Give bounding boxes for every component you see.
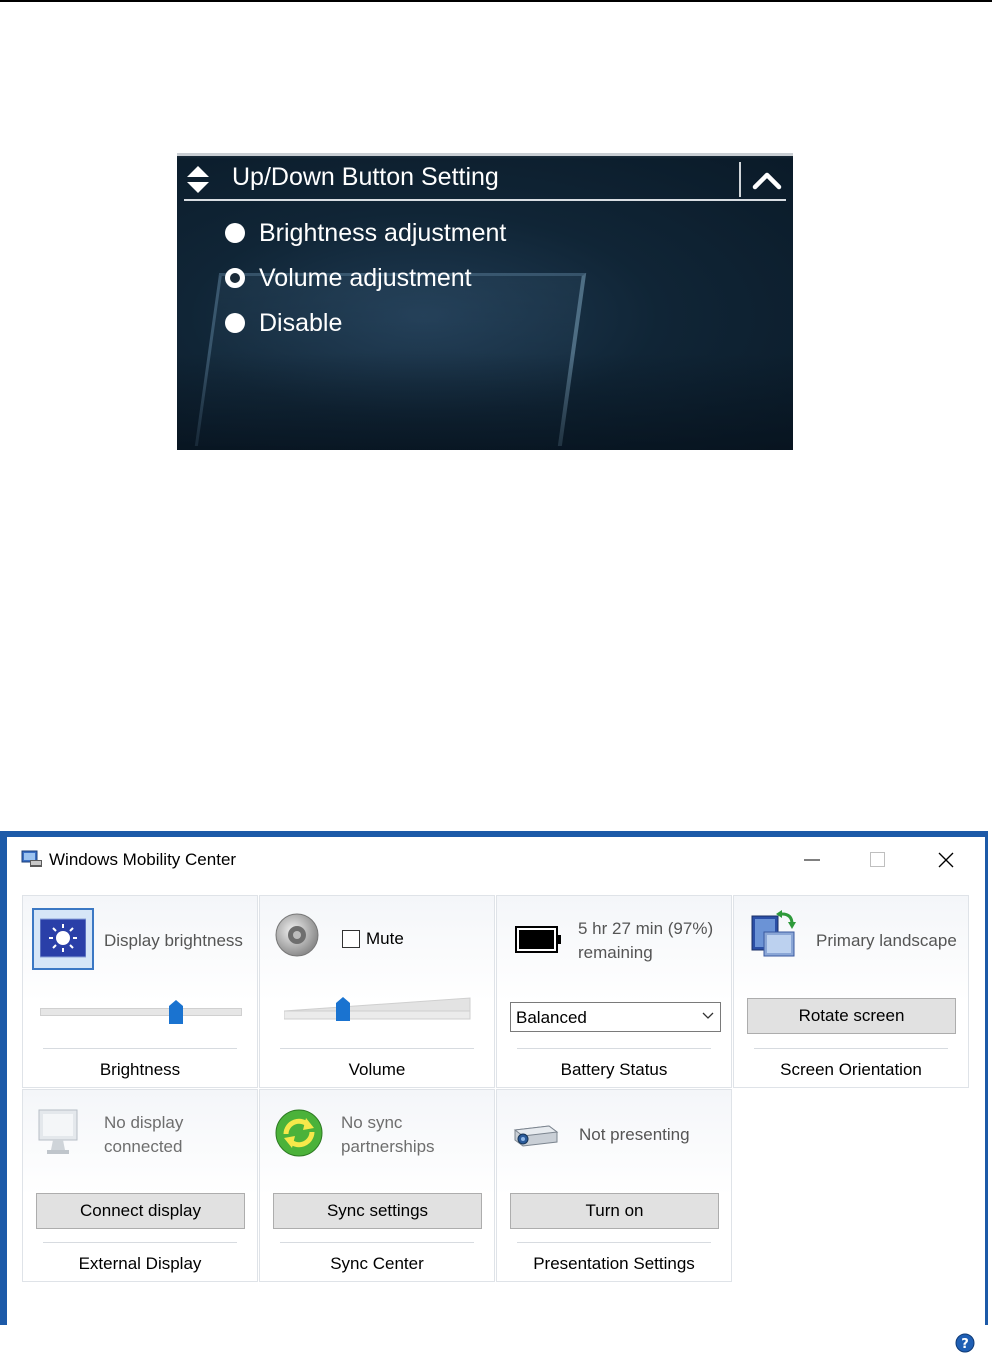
chevron-down-icon (702, 1012, 714, 1019)
radio-volume-adjustment[interactable]: Volume adjustment (225, 262, 472, 294)
power-plan-dropdown[interactable]: Balanced (510, 1002, 721, 1032)
radio-brightness-adjustment[interactable]: Brightness adjustment (225, 217, 506, 249)
turn-on-presentation-button[interactable]: Turn on (510, 1193, 719, 1229)
window-title: Windows Mobility Center (49, 850, 237, 869)
volume-slider-thumb[interactable] (336, 997, 350, 1021)
mute-checkbox[interactable] (342, 930, 360, 948)
battery-tile: 5 hr 27 min (97%) remaining Balanced Bat… (496, 895, 732, 1088)
mute-label: Mute (366, 929, 404, 948)
presentation-settings-tile: Not presenting Turn on Presentation Sett… (496, 1089, 732, 1282)
header-divider (739, 162, 741, 197)
updown-setting-panel: Up/Down Button Setting Brightness adjust… (177, 153, 793, 450)
rotate-screen-button[interactable]: Rotate screen (747, 998, 956, 1034)
mobility-center-app-icon (21, 850, 42, 867)
presentation-settings-label: Presentation Settings (533, 1254, 695, 1273)
battery-label: Battery Status (560, 1060, 668, 1079)
minimize-button[interactable] (789, 845, 835, 875)
radio-button-selected[interactable] (225, 268, 245, 288)
presentation-status: Not presenting (579, 1125, 690, 1144)
updown-panel-header: Up/Down Button Setting (184, 159, 786, 201)
brightness-sun-icon (40, 918, 86, 958)
close-button[interactable] (923, 845, 969, 875)
power-plan-value: Balanced (516, 1008, 587, 1027)
maximize-button[interactable] (855, 845, 901, 875)
brightness-status: Display brightness (104, 931, 243, 950)
rotate-screen-icon (751, 910, 796, 957)
brightness-slider-thumb[interactable] (168, 999, 184, 1025)
projector-icon (513, 1125, 559, 1147)
volume-slider[interactable] (284, 996, 472, 1022)
help-icon[interactable]: ? (955, 1333, 975, 1353)
monitor-icon (38, 1109, 78, 1154)
screen-orientation-tile: Primary landscape Rotate screen Screen O… (733, 895, 969, 1088)
updown-panel-title: Up/Down Button Setting (232, 163, 499, 191)
top-rule (0, 0, 992, 2)
radio-label: Volume adjustment (259, 263, 472, 292)
battery-icon (515, 926, 561, 953)
radio-label: Brightness adjustment (259, 218, 507, 247)
sync-arrows-icon (275, 1109, 323, 1157)
sync-center-tile: No sync partnerships Sync settings Sync … (259, 1089, 495, 1282)
maximize-icon (870, 852, 885, 867)
external-display-status: No display connected (104, 1113, 184, 1156)
sync-center-label: Sync Center (330, 1254, 424, 1273)
external-display-label: External Display (78, 1254, 202, 1273)
brightness-label: Brightness (99, 1060, 181, 1079)
radio-label: Disable (259, 308, 343, 337)
volume-label: Volume (348, 1060, 406, 1079)
radio-disable[interactable]: Disable (225, 307, 342, 339)
mobility-center-window: Windows Mobility Center Display brightne… (0, 831, 988, 1353)
close-icon (938, 852, 954, 868)
brightness-icon-frame[interactable] (32, 908, 94, 970)
minimize-icon (804, 859, 820, 861)
brightness-slider[interactable] (40, 1000, 242, 1024)
chevron-up-icon[interactable] (750, 167, 784, 193)
radio-button[interactable] (225, 223, 245, 243)
up-down-arrows-icon (187, 166, 209, 193)
sync-settings-button[interactable]: Sync settings (273, 1193, 482, 1229)
connect-display-button[interactable]: Connect display (36, 1193, 245, 1229)
battery-status: 5 hr 27 min (97%) remaining (578, 919, 714, 962)
volume-tile: Mute Volume (259, 895, 495, 1088)
title-bar: Windows Mobility Center (7, 837, 985, 881)
orientation-status: Primary landscape (816, 931, 957, 950)
orientation-label: Screen Orientation (780, 1060, 922, 1079)
sync-status: No sync partnerships (341, 1113, 435, 1156)
external-display-tile: No display connected Connect display Ext… (22, 1089, 258, 1282)
svg-text:?: ? (961, 1337, 969, 1352)
brightness-tile: Display brightness Brightness (22, 895, 258, 1088)
radio-button[interactable] (225, 313, 245, 333)
speaker-icon (275, 913, 319, 957)
tiles-area: Display brightness Brightness Mute Volum… (7, 881, 985, 1353)
